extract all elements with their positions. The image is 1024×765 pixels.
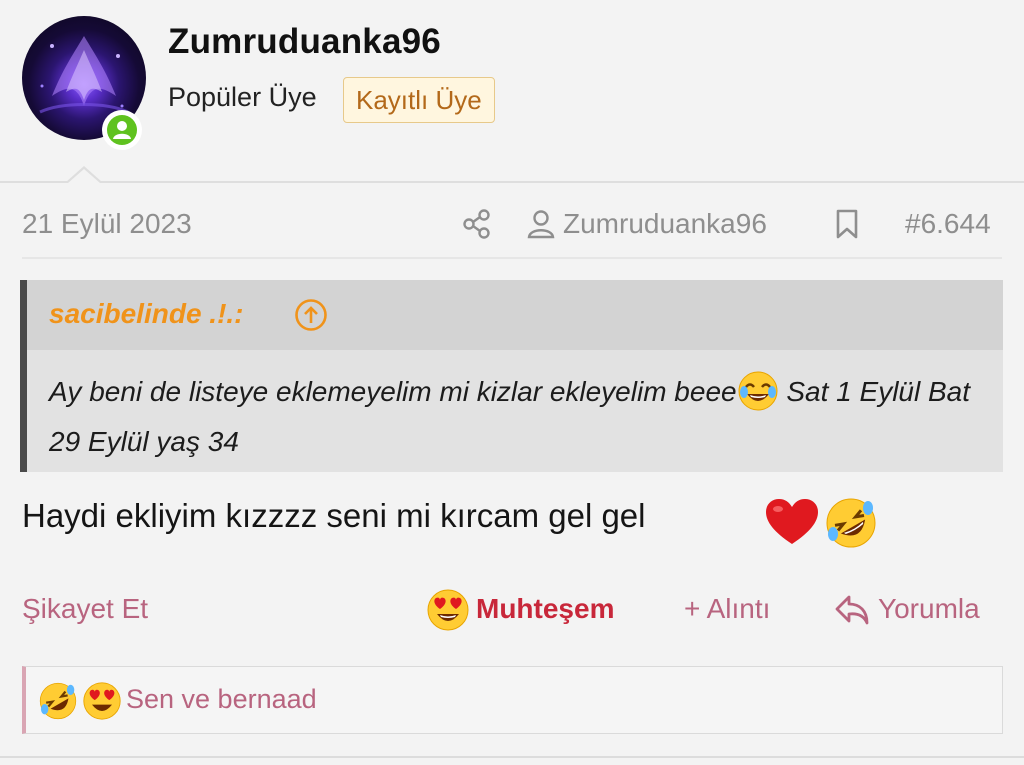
bookmark-icon[interactable] — [834, 208, 860, 240]
reply-icon[interactable] — [834, 593, 870, 627]
post-message: Haydi ekliyim kızzzz seni mi kırcam gel … — [22, 497, 646, 534]
user-badge: Kayıtlı Üye — [343, 77, 495, 123]
post-bottom-divider — [0, 756, 1024, 758]
username[interactable]: Zumruduanka96 — [168, 22, 441, 62]
user-title: Popüler Üye — [168, 82, 317, 112]
rofl-emoji — [824, 496, 878, 555]
heart-eyes-emoji — [82, 681, 122, 726]
reaction-button[interactable]: Muhteşem — [476, 593, 614, 625]
user-icon — [526, 208, 556, 240]
post-header: Zumruduanka96 Popüler Üye Kayıtlı Üye — [0, 0, 1024, 182]
post-number[interactable]: #6.644 — [905, 208, 991, 240]
reactions-bar[interactable]: Sen ve bernaad — [22, 666, 1003, 734]
post-meta: 21 Eylül 2023 Zumruduanka96 #6.644 — [0, 200, 1024, 250]
rofl-emoji — [38, 681, 78, 726]
share-icon[interactable] — [462, 208, 492, 240]
red-heart-emoji — [764, 496, 820, 555]
quote-author[interactable]: sacibelinde .!.: — [49, 298, 244, 330]
joy-emoji — [737, 370, 779, 418]
reactions-text[interactable]: Sen ve bernaad — [126, 684, 317, 715]
reply-button[interactable]: Yorumla — [878, 593, 980, 625]
post-author[interactable]: Zumruduanka96 — [563, 208, 767, 240]
post-date[interactable]: 21 Eylül 2023 — [22, 208, 192, 240]
post-actions: Şikayet Et Muhteşem + Alıntı Yorumla — [0, 583, 1024, 639]
meta-divider — [22, 257, 1002, 259]
header-divider — [0, 181, 1024, 183]
message-emojis — [764, 496, 878, 550]
report-button[interactable]: Şikayet Et — [22, 593, 148, 625]
online-user-icon — [102, 110, 142, 150]
quote-text: Ay beni de listeye eklemeyelim mi kizlar… — [49, 368, 984, 465]
arrow-up-circle-icon[interactable] — [294, 298, 328, 332]
reaction-emojis — [38, 681, 122, 721]
quote-button[interactable]: + Alıntı — [684, 593, 770, 625]
quote-block: sacibelinde .!.: Ay beni de listeye ekle… — [20, 280, 1003, 472]
quote-header: sacibelinde .!.: — [27, 280, 1003, 350]
heart-eyes-emoji[interactable] — [426, 588, 470, 639]
